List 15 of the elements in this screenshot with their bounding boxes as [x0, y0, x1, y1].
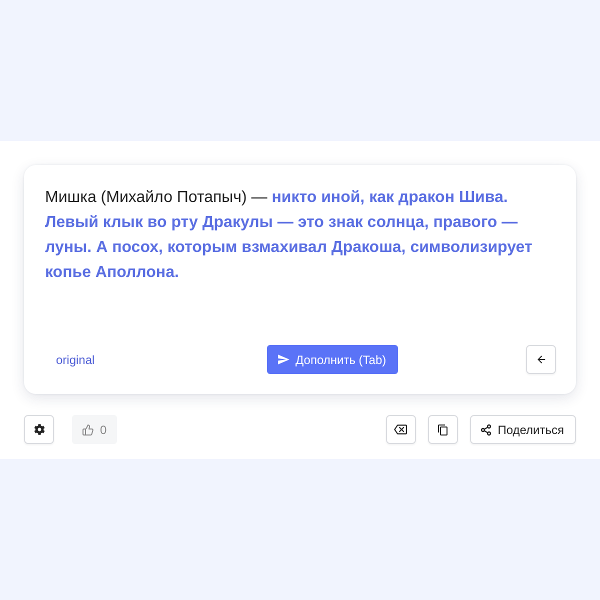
clear-button[interactable] — [386, 415, 416, 444]
continue-button[interactable]: Дополнить (Tab) — [266, 345, 398, 374]
backspace-icon — [394, 423, 408, 436]
settings-button[interactable] — [24, 415, 54, 444]
send-icon — [276, 353, 290, 366]
original-link[interactable]: original — [56, 352, 95, 366]
story-text[interactable]: Мишка (Михайло Потапыч) — никто иной, как дракон Шива. Левый клык во рту Дракулы — это знак солнца, правого — луны. А посох, которым взмахивал Дракоша, символизирует копье Аполлона. — [45, 185, 556, 345]
copy-icon — [436, 424, 449, 436]
like-button[interactable]: 0 — [72, 415, 117, 444]
share-icon — [480, 424, 492, 436]
thumbs-up-icon — [82, 424, 94, 436]
share-button[interactable]: Поделиться — [470, 415, 576, 444]
copy-button[interactable] — [428, 415, 458, 444]
arrow-left-icon — [536, 354, 546, 365]
settings-icon — [34, 424, 44, 435]
